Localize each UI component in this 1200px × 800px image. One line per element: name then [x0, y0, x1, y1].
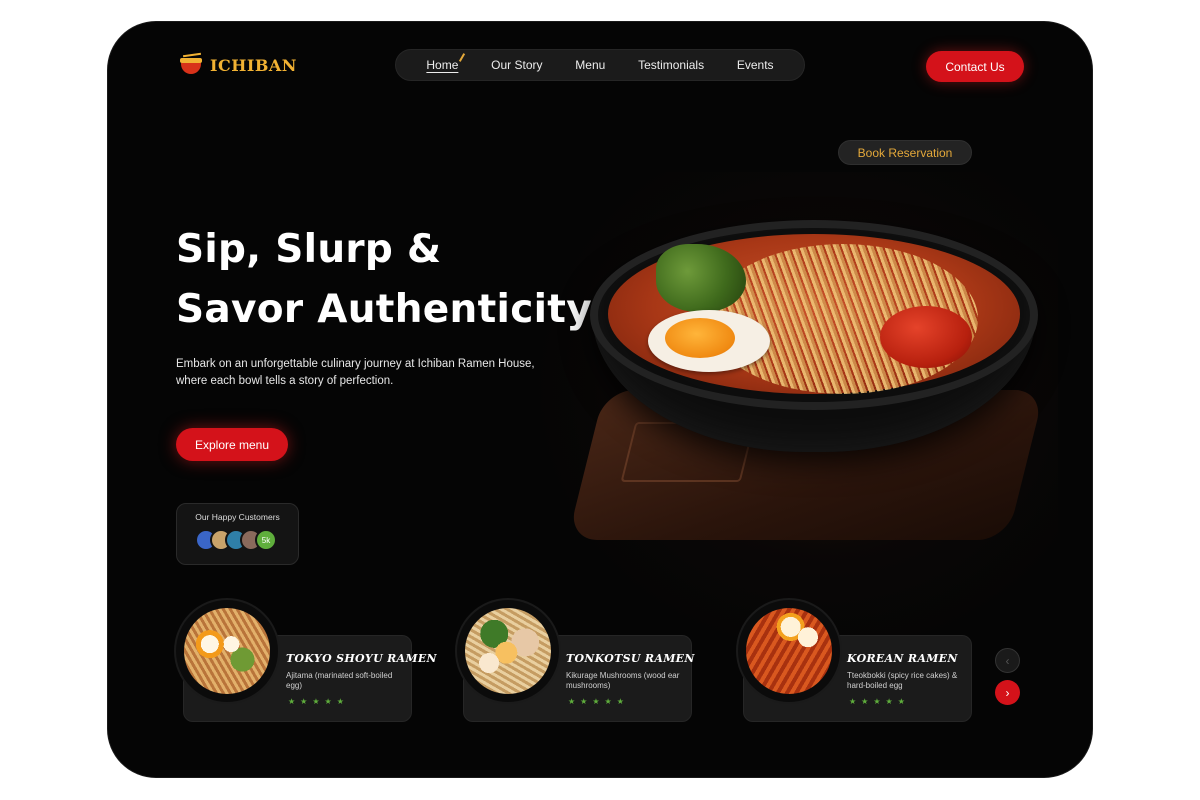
star-icon: ★: [568, 697, 576, 706]
ramen-bowl-icon: [180, 52, 202, 76]
star-icon: ★: [897, 697, 905, 706]
hero-title-line-1: Sip, Slurp &: [176, 227, 442, 272]
rating-stars: ★ ★ ★ ★ ★: [568, 697, 624, 706]
star-icon: ★: [336, 697, 344, 706]
star-icon: ★: [849, 697, 857, 706]
app-frame: ICHIBAN Home Our Story Menu Testimonials…: [108, 22, 1092, 777]
dish-photo: [738, 600, 840, 702]
dish-photo: [176, 600, 278, 702]
star-icon: ★: [592, 697, 600, 706]
nav-item-events[interactable]: Events: [737, 58, 774, 72]
chevron-right-icon: ›: [1005, 685, 1010, 700]
contact-us-button[interactable]: Contact Us: [926, 51, 1024, 82]
dish-description: Ajitama (marinated soft-boiled egg): [286, 671, 393, 690]
explore-menu-button[interactable]: Explore menu: [176, 428, 288, 461]
dish-name: TONKOTSU RAMEN: [566, 652, 695, 665]
star-icon: ★: [580, 697, 588, 706]
hero-subtitle: Embark on an unforgettable culinary jour…: [176, 358, 535, 387]
star-icon: ★: [288, 697, 296, 706]
happy-customers-label: Our Happy Customers: [195, 512, 280, 522]
dish-name: TOKYO SHOYU RAMEN: [286, 652, 437, 665]
logo[interactable]: ICHIBAN: [180, 52, 297, 76]
star-icon: ★: [312, 697, 320, 706]
star-icon: ★: [324, 697, 332, 706]
star-icon: ★: [885, 697, 893, 706]
star-icon: ★: [873, 697, 881, 706]
hero-title: Sip, Slurp & Savor Authenticity: [176, 220, 596, 340]
dish-description: Tteokbokki (spicy rice cakes) & hard-boi…: [847, 671, 958, 690]
dish-photo: [457, 600, 559, 702]
carousel-next-button[interactable]: ›: [995, 680, 1020, 705]
brand-name: ICHIBAN: [210, 55, 297, 75]
chevron-left-icon: ‹: [1005, 653, 1010, 668]
nav-item-our-story[interactable]: Our Story: [491, 58, 542, 72]
nav-item-menu[interactable]: Menu: [575, 58, 605, 72]
dish-description: Kikurage Mushrooms (wood ear mushrooms): [566, 671, 680, 690]
star-icon: ★: [861, 697, 869, 706]
carousel-prev-button[interactable]: ‹: [995, 648, 1020, 673]
nav-item-testimonials[interactable]: Testimonials: [638, 58, 704, 72]
book-reservation-button[interactable]: Book Reservation: [838, 140, 972, 165]
dish-name: KOREAN RAMEN: [847, 652, 958, 665]
hero-title-line-2: Savor Authenticity: [176, 287, 592, 332]
happy-customers-card: Our Happy Customers 5k: [176, 503, 299, 565]
star-icon: ★: [616, 697, 624, 706]
nav-item-home[interactable]: Home: [426, 58, 458, 72]
star-icon: ★: [300, 697, 308, 706]
star-icon: ★: [604, 697, 612, 706]
rating-stars: ★ ★ ★ ★ ★: [849, 697, 905, 706]
customer-count-badge: 5k: [255, 529, 277, 551]
rating-stars: ★ ★ ★ ★ ★: [288, 697, 344, 706]
main-nav: Home Our Story Menu Testimonials Events: [395, 49, 805, 81]
